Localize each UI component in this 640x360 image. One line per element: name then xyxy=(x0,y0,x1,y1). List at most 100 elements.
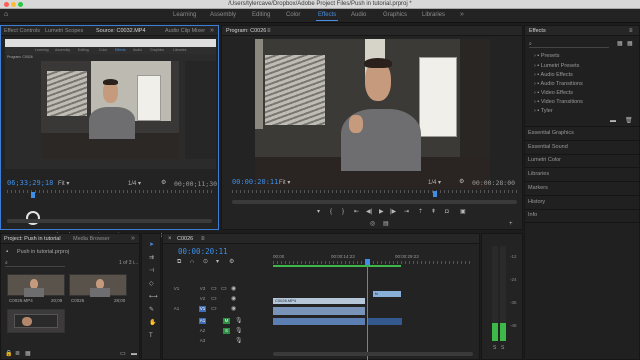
source-patch-v1[interactable]: V1 xyxy=(173,286,180,292)
clip-v1[interactable]: C0026.MP4 xyxy=(273,298,365,304)
track-target-v3[interactable]: V3 xyxy=(199,286,206,292)
effects-item-lumetri-presets[interactable]: › ▪ Lumetri Presets xyxy=(534,63,579,69)
track-target-a1[interactable]: A1 xyxy=(199,318,206,324)
lift-icon[interactable]: ⇡ xyxy=(418,209,423,215)
double-chevron-icon[interactable]: » xyxy=(131,235,135,242)
ripple-edit-tool-icon[interactable]: ⊣ xyxy=(149,268,154,274)
program-resolution-select[interactable]: 1/4 ▾ xyxy=(428,179,441,186)
clip-v1-thumbnails[interactable] xyxy=(273,307,365,315)
effects-search-input[interactable]: ⌕ xyxy=(529,40,609,48)
workspace-tab-effects[interactable]: Effects xyxy=(315,12,339,21)
razor-tool-icon[interactable]: ◇ xyxy=(149,281,154,287)
linked-selection-icon[interactable]: ⊙ xyxy=(203,259,208,265)
trash-icon[interactable]: ▬ xyxy=(131,351,137,357)
workspace-tab-learning[interactable]: Learning xyxy=(173,12,196,18)
selection-tool-icon[interactable]: ➤ xyxy=(149,242,154,248)
program-time-ruler[interactable] xyxy=(232,190,517,193)
panel-lumetri-color[interactable]: Lumetri Color xyxy=(528,157,561,163)
vr-icon[interactable]: ◎ xyxy=(370,221,375,227)
track-target-v1[interactable]: V1 xyxy=(199,306,206,312)
type-tool-icon[interactable]: T xyxy=(149,333,153,339)
wrench-icon[interactable]: ⚙ xyxy=(161,180,166,186)
workspace-tab-assembly[interactable]: Assembly xyxy=(210,12,236,18)
sequence-thumbnail[interactable] xyxy=(69,274,127,297)
hamburger-icon[interactable]: ≡ xyxy=(201,236,205,242)
panel-info[interactable]: Info xyxy=(528,212,537,218)
workspace-tab-graphics[interactable]: Graphics xyxy=(383,12,407,18)
source-time-ruler[interactable] xyxy=(7,190,212,193)
mark-in-icon[interactable]: { xyxy=(330,209,332,215)
source-fit-select[interactable]: Fit ▾ xyxy=(58,180,69,187)
source-timecode[interactable]: 06;33;29;18 xyxy=(7,179,53,187)
go-to-out-icon[interactable]: ⇥ xyxy=(404,209,409,215)
panel-essential-sound[interactable]: Essential Sound xyxy=(528,144,568,150)
trash-icon[interactable]: 🗑 xyxy=(625,118,633,124)
lock-icon[interactable]: 🔒 xyxy=(5,351,12,357)
panel-essential-graphics[interactable]: Essential Graphics xyxy=(528,130,574,136)
workspace-tab-editing[interactable]: Editing xyxy=(252,12,270,18)
tab-program-c0026[interactable]: Program: C0026 xyxy=(226,28,266,34)
program-playhead[interactable] xyxy=(433,191,437,197)
timeline-ruler[interactable] xyxy=(273,261,473,264)
panel-markers[interactable]: Markers xyxy=(528,185,548,191)
lock-icon[interactable]: ▭ xyxy=(211,296,217,302)
list-view-icon[interactable]: ≣ xyxy=(15,351,20,357)
new-item-icon[interactable]: ▭ xyxy=(120,351,126,357)
accelerated-effects-icon[interactable]: ▦ xyxy=(617,41,623,47)
solo-left-button[interactable]: S xyxy=(493,345,496,351)
mark-out-icon[interactable]: } xyxy=(342,209,344,215)
tab-source-c0032[interactable]: Source: C0032.MP4 xyxy=(96,28,146,34)
panel-libraries[interactable]: Libraries xyxy=(528,171,549,177)
new-bin-icon[interactable]: ▬ xyxy=(610,118,616,124)
home-icon[interactable]: ⌂ xyxy=(4,11,8,18)
lock-icon[interactable]: ▭ xyxy=(211,286,217,292)
effects-item-video-effects[interactable]: › ▪ Video Effects xyxy=(534,90,573,96)
source-playhead[interactable] xyxy=(31,192,35,198)
close-icon[interactable]: × xyxy=(168,236,172,242)
track-target-a3[interactable]: A3 xyxy=(199,338,206,344)
clip-thumbnail[interactable] xyxy=(7,309,65,333)
wrench-icon[interactable]: ⚙ xyxy=(229,259,234,265)
double-chevron-icon[interactable]: » xyxy=(210,27,214,34)
mute-a1-button[interactable]: M xyxy=(223,318,230,324)
icon-view-icon[interactable]: ▦ xyxy=(25,351,31,357)
solo-a2-button[interactable]: S xyxy=(223,328,230,334)
hamburger-icon[interactable]: ≡ xyxy=(267,28,271,34)
hamburger-icon[interactable]: ≡ xyxy=(629,28,633,34)
effects-item-tyler[interactable]: › ▪ Tyler xyxy=(534,108,553,114)
pen-tool-icon[interactable]: ✎ xyxy=(149,307,154,313)
play-icon[interactable]: ▶ xyxy=(379,209,384,215)
slip-tool-icon[interactable]: ⟷ xyxy=(149,294,158,300)
clip-v2[interactable]: fx xyxy=(373,291,401,297)
track-select-tool-icon[interactable]: ⇉ xyxy=(149,255,154,261)
workspace-tab-libraries[interactable]: Libraries xyxy=(422,12,445,18)
add-marker-icon[interactable]: ▾ xyxy=(317,209,320,215)
workspace-tab-color[interactable]: Color xyxy=(286,12,300,18)
add-marker-icon[interactable]: ▾ xyxy=(216,259,219,265)
wrench-icon[interactable]: ⚙ xyxy=(459,179,464,185)
comparison-view-icon[interactable]: ▣ xyxy=(460,209,466,215)
effects-item-audio-transitions[interactable]: › ▪ Audio Transitions xyxy=(534,81,583,87)
source-resolution-select[interactable]: 1/4 ▾ xyxy=(128,180,141,187)
step-forward-icon[interactable]: |▶ xyxy=(390,209,396,215)
mic-icon[interactable]: 🎙 xyxy=(235,328,243,334)
clip-a1[interactable] xyxy=(273,318,365,325)
lock-icon[interactable]: ▭ xyxy=(211,306,217,312)
eye-icon[interactable]: ◉ xyxy=(231,296,236,302)
timeline-scrollbar[interactable] xyxy=(273,352,473,356)
source-patch-a1[interactable]: A1 xyxy=(173,306,180,312)
program-zoom-scrollbar[interactable] xyxy=(232,200,517,204)
source-zoom-scrollbar[interactable] xyxy=(7,219,212,223)
sync-lock-icon[interactable]: ▭ xyxy=(221,286,227,292)
snap-icon[interactable]: ∩ xyxy=(190,259,194,265)
double-chevron-icon[interactable]: » xyxy=(460,11,464,18)
program-fit-select[interactable]: Fit ▾ xyxy=(279,179,290,186)
add-button-icon[interactable]: + xyxy=(509,221,513,227)
clip-thumbnail[interactable] xyxy=(7,274,65,297)
tab-effects[interactable]: Effects xyxy=(529,28,546,34)
go-to-in-icon[interactable]: ⇤ xyxy=(354,209,359,215)
tab-media-browser[interactable]: Media Browser xyxy=(73,236,110,242)
step-back-icon[interactable]: ◀| xyxy=(366,209,372,215)
program-timecode[interactable]: 00:00:20:11 xyxy=(232,178,278,186)
mic-icon[interactable]: 🎙 xyxy=(235,338,243,344)
